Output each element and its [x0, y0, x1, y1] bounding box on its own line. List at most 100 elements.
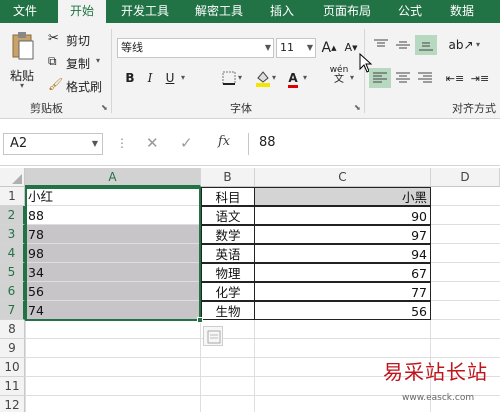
decrease-indent-button[interactable]: ⇤≡: [445, 68, 465, 88]
tab-decrypt[interactable]: 解密工具: [186, 0, 252, 23]
cell-a4[interactable]: 98: [25, 244, 201, 263]
cell-c7[interactable]: 56: [254, 301, 431, 320]
formula-bar-splitter-icon[interactable]: ⋮: [116, 136, 128, 150]
cell-b3[interactable]: 数学: [201, 225, 255, 244]
bold-button[interactable]: B: [120, 68, 140, 88]
tab-data[interactable]: 数据: [440, 0, 484, 23]
cell-a1[interactable]: 小红: [25, 187, 201, 206]
font-launcher-icon[interactable]: ⬊: [354, 103, 361, 112]
font-color-dropdown-icon[interactable]: ▾: [303, 73, 307, 82]
align-center-icon: [396, 72, 410, 83]
row-header-12[interactable]: 12: [0, 396, 25, 412]
paste-button[interactable]: 粘贴 ▾: [6, 31, 40, 91]
format-painter-button[interactable]: 🖌 格式刷: [48, 77, 106, 95]
cell-a2[interactable]: 88: [25, 206, 201, 225]
increase-font-size-button[interactable]: A▲: [319, 38, 339, 58]
align-left-icon: [373, 72, 387, 83]
row-header-9[interactable]: 9: [0, 339, 25, 358]
column-header-d[interactable]: D: [431, 168, 500, 187]
clipboard-launcher-icon[interactable]: ⬊: [101, 103, 108, 112]
watermark-url: www.easck.com: [402, 393, 475, 403]
copy-button[interactable]: ⧉ 复制 ▾: [48, 54, 106, 72]
row-header-6[interactable]: 6: [0, 282, 25, 301]
align-right-icon: [418, 72, 432, 83]
enter-checkmark-icon[interactable]: ✓: [180, 134, 193, 152]
increase-indent-button[interactable]: ⇥≡: [470, 68, 490, 88]
row-header-11[interactable]: 11: [0, 377, 25, 396]
underline-dropdown-icon[interactable]: ▾: [181, 73, 185, 82]
align-right-button[interactable]: [415, 68, 435, 88]
cell-a7[interactable]: 74: [25, 301, 201, 320]
cell-b6[interactable]: 化学: [201, 282, 255, 301]
fill-handle[interactable]: [197, 317, 203, 323]
align-top-button[interactable]: [371, 35, 391, 55]
tab-home[interactable]: 开始: [58, 0, 106, 23]
row-header-7[interactable]: 7: [0, 301, 25, 320]
column-header-a[interactable]: A: [25, 168, 201, 187]
cell-b1[interactable]: 科目: [201, 187, 255, 206]
font-name-value: 等线: [121, 41, 143, 54]
increase-font-icon: A: [321, 40, 332, 56]
formula-bar: A2 ▼ ⋮ ✕ ✓ fx 88: [0, 119, 500, 166]
fill-color-button[interactable]: [253, 68, 273, 88]
row-header-3[interactable]: 3: [0, 225, 25, 244]
cell-c4[interactable]: 94: [254, 244, 431, 263]
font-color-button[interactable]: A: [283, 68, 303, 88]
phonetic-guide-button[interactable]: wén 文: [327, 65, 351, 85]
cancel-icon[interactable]: ✕: [146, 134, 159, 152]
phonetic-icon: 文: [334, 74, 344, 85]
row-header-2[interactable]: 2: [0, 206, 25, 225]
tab-developer[interactable]: 开发工具: [112, 0, 178, 23]
align-bottom-button[interactable]: [415, 35, 437, 55]
borders-dropdown-icon[interactable]: ▾: [238, 73, 242, 82]
cell-a6[interactable]: 56: [25, 282, 201, 301]
row-header-4[interactable]: 4: [0, 244, 25, 263]
tab-page-layout[interactable]: 页面布局: [314, 0, 380, 23]
tab-insert[interactable]: 插入: [262, 0, 302, 23]
cell-b7[interactable]: 生物: [201, 301, 255, 320]
underline-button[interactable]: U: [160, 68, 180, 88]
align-middle-button[interactable]: [393, 35, 413, 55]
name-box[interactable]: A2 ▼: [3, 133, 103, 155]
cell-c3[interactable]: 97: [254, 225, 431, 244]
row-header-8[interactable]: 8: [0, 320, 25, 339]
cell-b5[interactable]: 物理: [201, 263, 255, 282]
cell-b2[interactable]: 语文: [201, 206, 255, 225]
paintbrush-icon: 🖌: [48, 77, 64, 91]
orientation-button[interactable]: ab↗: [447, 35, 475, 55]
column-header-c[interactable]: C: [255, 168, 431, 187]
phonetic-dropdown-icon[interactable]: ▾: [350, 73, 354, 82]
formula-input[interactable]: 88: [248, 133, 500, 155]
cell-a5[interactable]: 34: [25, 263, 201, 282]
italic-button[interactable]: I: [140, 68, 160, 88]
tab-file[interactable]: 文件: [0, 0, 50, 23]
align-left-button[interactable]: [369, 68, 391, 88]
decrease-font-size-button[interactable]: A▼: [341, 38, 361, 58]
cell-b4[interactable]: 英语: [201, 244, 255, 263]
quick-analysis-icon: [207, 330, 221, 344]
row-header-5[interactable]: 5: [0, 263, 25, 282]
fill-color-dropdown-icon[interactable]: ▾: [272, 73, 276, 82]
group-divider: [111, 29, 112, 113]
font-size-select[interactable]: 11 ▼: [276, 38, 316, 58]
row-header-10[interactable]: 10: [0, 358, 25, 377]
align-center-button[interactable]: [393, 68, 413, 88]
select-all-corner[interactable]: [0, 168, 25, 187]
font-group-label: 字体: [230, 102, 252, 115]
insert-function-button[interactable]: fx: [218, 134, 230, 149]
cell-a3[interactable]: 78: [25, 225, 201, 244]
cell-c2[interactable]: 90: [254, 206, 431, 225]
orientation-dropdown-icon[interactable]: ▾: [476, 40, 480, 49]
cell-c5[interactable]: 67: [254, 263, 431, 282]
name-box-value: A2: [10, 136, 28, 151]
cut-button[interactable]: ✂ 剪切: [48, 31, 100, 49]
chevron-down-icon: ▼: [306, 43, 313, 52]
borders-button[interactable]: [219, 68, 239, 88]
font-name-select[interactable]: 等线 ▼: [117, 38, 274, 58]
cell-c1[interactable]: 小黑: [254, 187, 431, 206]
tab-formulas[interactable]: 公式: [390, 0, 430, 23]
cell-c6[interactable]: 77: [254, 282, 431, 301]
row-header-1[interactable]: 1: [0, 187, 25, 206]
quick-analysis-button[interactable]: [203, 326, 223, 346]
column-header-b[interactable]: B: [201, 168, 255, 187]
